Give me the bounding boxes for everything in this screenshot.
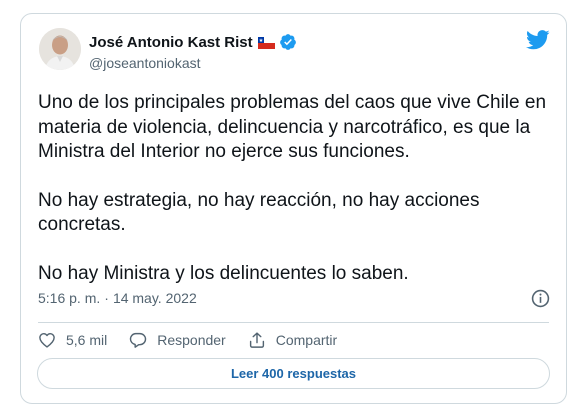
heart-icon: [39, 332, 55, 348]
tweet-paragraph: No hay estrategia, no hay reacción, no h…: [38, 189, 480, 236]
author-row: José Antonio Kast Rist: [89, 32, 297, 52]
author-handle[interactable]: @joseantoniokast: [89, 55, 201, 71]
tweet-timestamp[interactable]: 5:16 p. m. · 14 may. 2022: [38, 290, 197, 306]
action-bar: 5,6 mil Responder Compartir: [38, 330, 359, 350]
tweet-text: Uno de los principales problemas del cao…: [38, 91, 558, 286]
chile-flag-icon: [257, 36, 275, 49]
share-icon: [249, 332, 264, 348]
info-icon[interactable]: [531, 289, 550, 308]
reply-icon: [130, 332, 147, 348]
tweet-paragraph: Uno de los principales problemas del cao…: [38, 92, 547, 162]
read-replies-button[interactable]: Leer 400 respuestas: [37, 358, 550, 389]
separator: ·: [104, 290, 109, 306]
share-label: Compartir: [275, 332, 338, 348]
tweet-paragraph: No hay Ministra y los delincuentes lo sa…: [38, 262, 409, 284]
like-button[interactable]: 5,6 mil: [38, 331, 107, 349]
share-button[interactable]: Compartir: [248, 331, 337, 349]
reply-button[interactable]: Responder: [129, 331, 226, 349]
author-name[interactable]: José Antonio Kast Rist: [89, 34, 253, 51]
tweet-card: José Antonio Kast Rist @joseantoniokast …: [20, 13, 567, 404]
tweet-time: 5:16 p. m.: [38, 290, 101, 306]
reply-label: Responder: [157, 332, 226, 348]
verified-badge-icon: [279, 33, 297, 51]
like-count: 5,6 mil: [66, 332, 108, 348]
tweet-date: 14 may. 2022: [112, 290, 197, 306]
twitter-bird-icon[interactable]: [526, 30, 550, 50]
divider: [38, 322, 549, 323]
avatar[interactable]: [39, 28, 81, 70]
